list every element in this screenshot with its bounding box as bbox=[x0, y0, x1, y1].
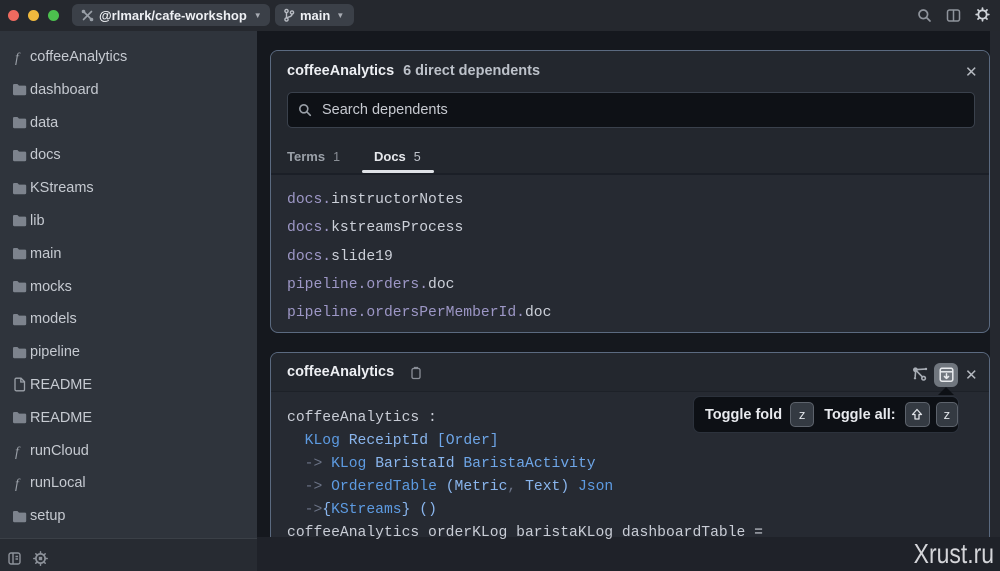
svg-text:f: f bbox=[15, 51, 21, 65]
svg-text:f: f bbox=[15, 445, 21, 459]
svg-text:f: f bbox=[15, 477, 21, 491]
